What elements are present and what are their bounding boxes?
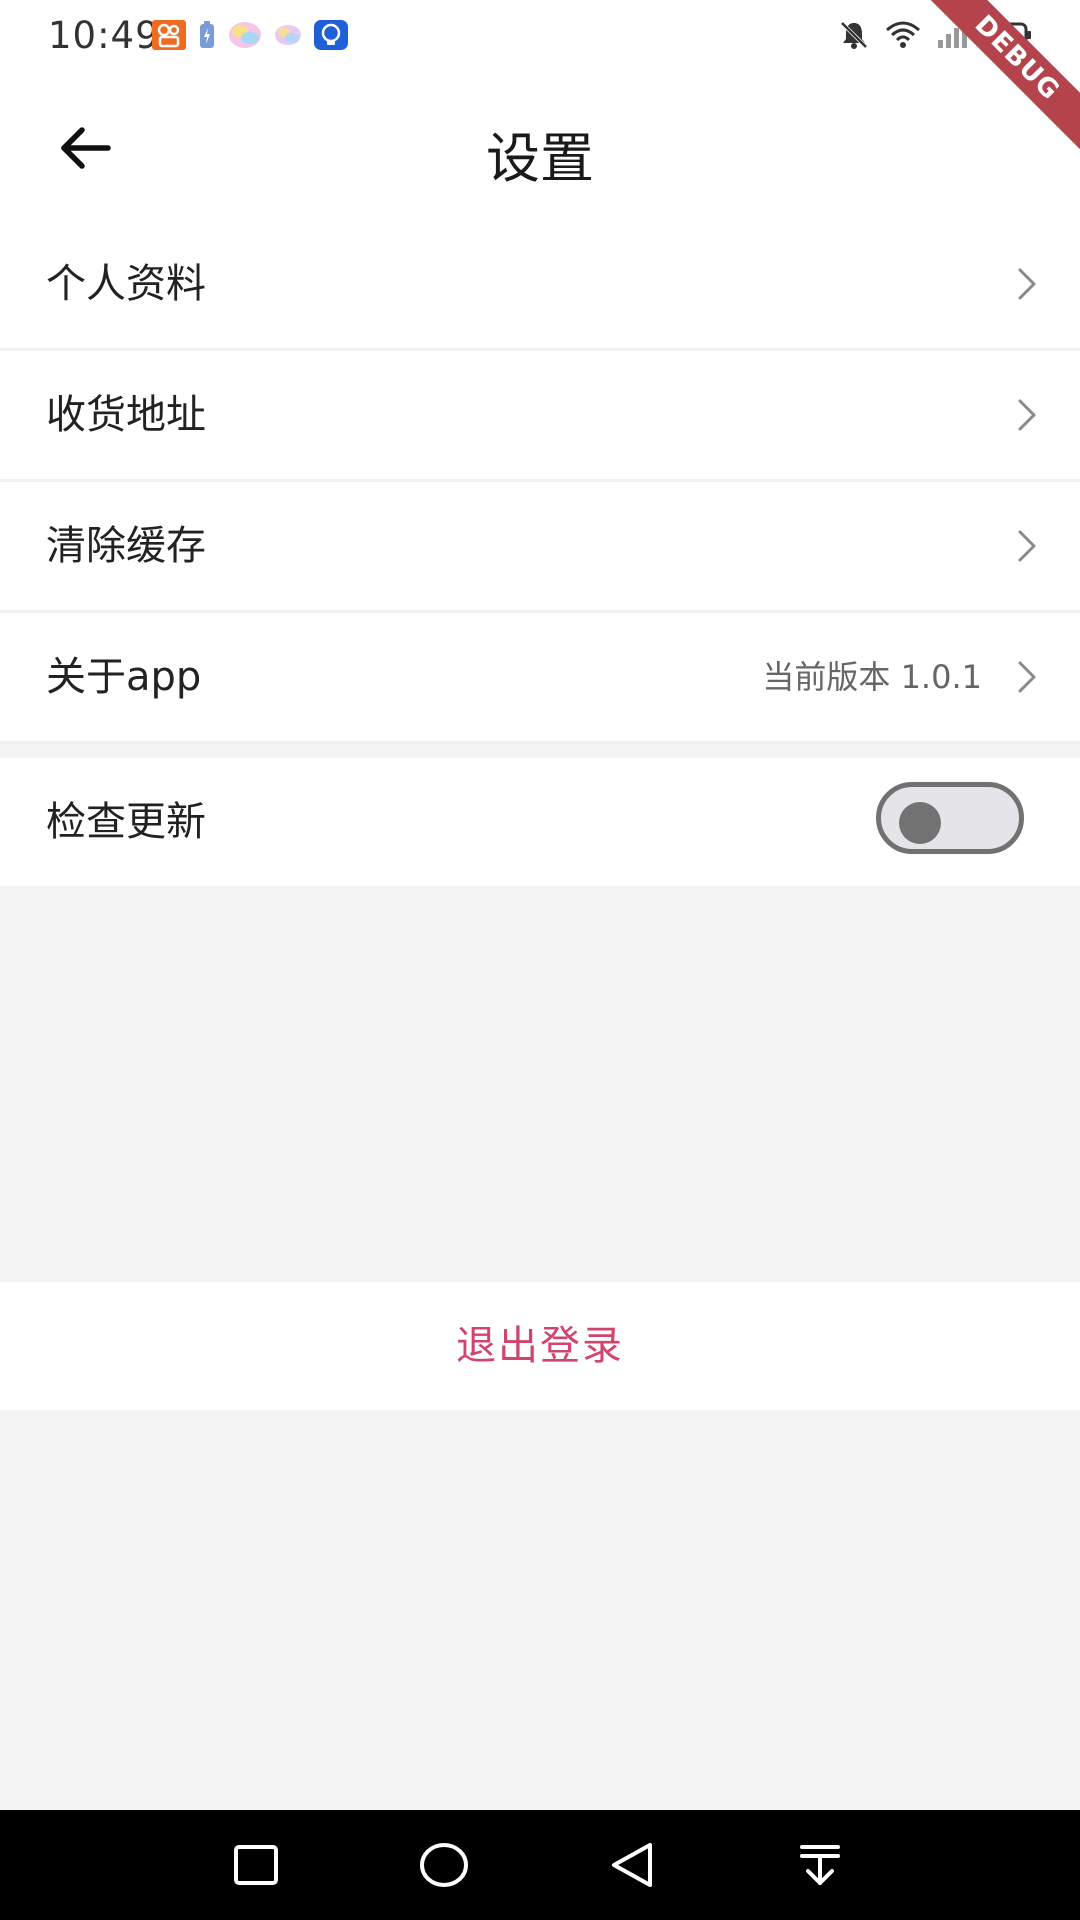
settings-list: 个人资料 收货地址 清除缓存 关于app 当前版本 1.0.1 检查更新	[0, 220, 1080, 886]
back-triangle-icon	[612, 1843, 652, 1887]
app-bar: 设置	[0, 76, 1080, 220]
chevron-right-icon	[1018, 268, 1036, 300]
check-update-toggle[interactable]	[876, 782, 1024, 854]
recents-square-icon	[234, 1845, 278, 1885]
settings-item-label: 个人资料	[46, 261, 206, 307]
system-nav-bar	[0, 1810, 1080, 1920]
settings-item-label: 关于app	[46, 654, 202, 700]
color-app-small-icon	[274, 23, 302, 51]
recents-button[interactable]	[228, 1837, 284, 1893]
toggle-knob	[899, 802, 941, 844]
settings-item-label: 检查更新	[46, 799, 206, 845]
section-divider	[0, 744, 1080, 758]
chevron-right-icon	[1018, 530, 1036, 562]
settings-item-profile[interactable]: 个人资料	[0, 220, 1080, 351]
settings-item-clear-cache[interactable]: 清除缓存	[0, 482, 1080, 613]
lightbulb-app-icon	[314, 20, 348, 54]
status-bar: 10:49 DEBUG	[0, 0, 1080, 161]
chevron-right-icon	[1018, 661, 1036, 693]
ks-app-icon	[152, 20, 186, 54]
logout-section: 退出登录	[0, 1282, 1080, 1410]
settings-item-label: 收货地址	[46, 392, 206, 438]
chevron-right-icon	[1018, 399, 1036, 431]
settings-item-check-update: 检查更新	[0, 758, 1080, 886]
logout-button[interactable]: 退出登录	[0, 1282, 1080, 1410]
settings-item-about[interactable]: 关于app 当前版本 1.0.1	[0, 613, 1080, 744]
settings-item-label: 清除缓存	[46, 523, 206, 569]
notification-pull-down-icon	[800, 1845, 840, 1885]
notification-icons	[152, 20, 348, 54]
back-nav-button[interactable]	[604, 1837, 660, 1893]
wifi-icon	[884, 20, 922, 54]
status-time: 10:49	[48, 14, 160, 57]
app-version-value: 当前版本 1.0.1	[762, 658, 982, 696]
settings-screen: 10:49 DEBUG 设置 个人资料 收货地址 清除缓存 关于app 当前版本…	[0, 0, 1080, 1920]
page-title: 设置	[486, 127, 594, 190]
notification-pull-down-button[interactable]	[792, 1837, 848, 1893]
battery-saver-icon	[198, 20, 216, 54]
home-circle-icon	[420, 1843, 468, 1887]
settings-item-address[interactable]: 收货地址	[0, 351, 1080, 482]
color-app-icon	[228, 20, 262, 54]
home-button[interactable]	[416, 1837, 472, 1893]
bell-muted-icon	[838, 19, 870, 55]
